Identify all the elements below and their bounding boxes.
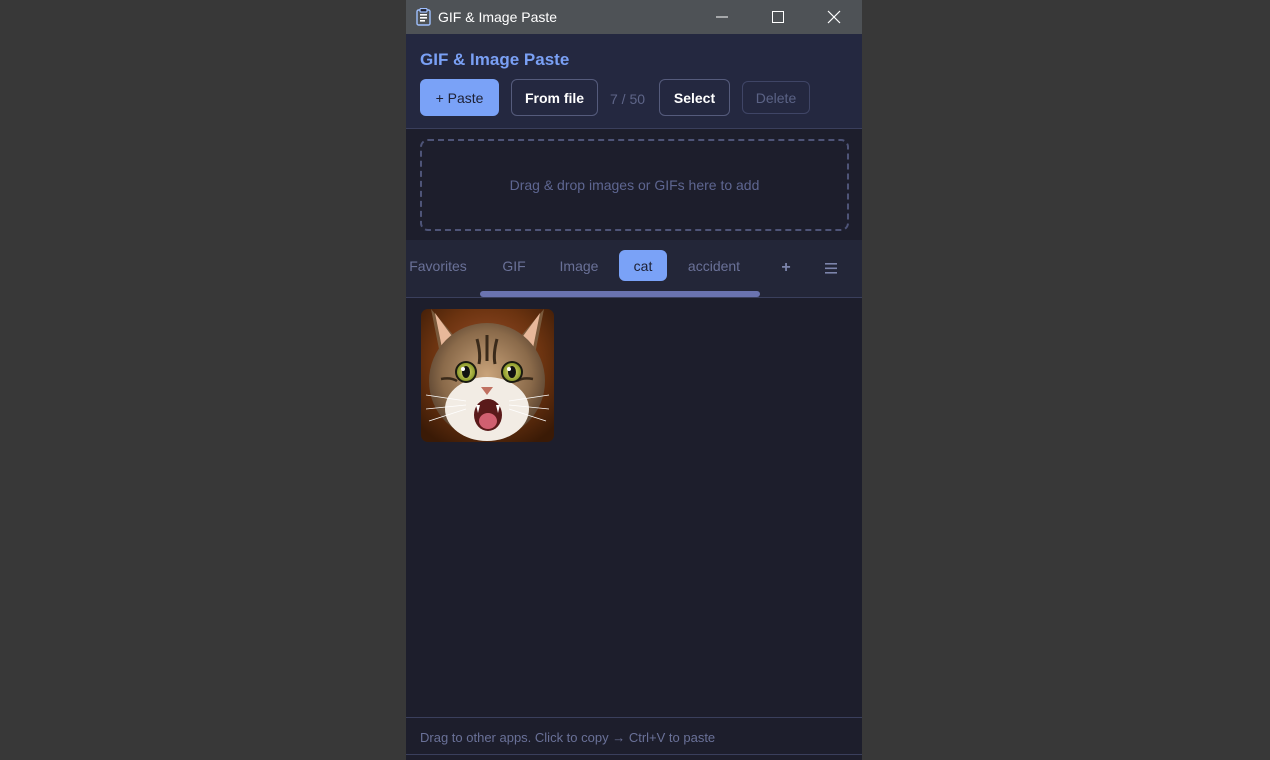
drop-zone-text: Drag & drop images or GIFs here to add (509, 177, 760, 193)
add-tab-button[interactable]: + (776, 256, 796, 280)
title-bar[interactable]: GIF & Image Paste (406, 0, 862, 34)
app-window: GIF & Image Paste GIF & Image Paste + Pa… (406, 0, 862, 760)
hamburger-menu-icon (825, 262, 837, 274)
app-heading: GIF & Image Paste (420, 50, 570, 69)
item-counter: 7 / 50 (610, 91, 646, 107)
drop-zone[interactable]: Drag & drop images or GIFs here to add (420, 139, 849, 231)
clipboard-app-icon (416, 8, 431, 26)
window-title: GIF & Image Paste (438, 9, 558, 25)
image-grid (406, 299, 862, 717)
minimize-icon (716, 16, 728, 18)
maximize-icon (772, 11, 784, 23)
image-thumbnail[interactable] (421, 309, 554, 442)
usage-hint: Drag to other apps. Click to copy → Ctrl… (420, 730, 716, 745)
category-tabs: Favorites GIF Image cat accident + (406, 240, 862, 298)
tab-favorites[interactable]: Favorites (406, 250, 470, 281)
maximize-button[interactable] (750, 0, 806, 34)
tab-gif[interactable]: GIF (494, 250, 534, 281)
minimize-button[interactable] (694, 0, 750, 34)
cat-image (421, 309, 554, 442)
from-file-button[interactable]: From file (511, 79, 598, 116)
status-bar: Drag to other apps. Click to copy → Ctrl… (406, 717, 862, 755)
tab-accident[interactable]: accident (682, 250, 746, 281)
tab-menu-button[interactable] (820, 256, 842, 280)
dropzone-area: Drag & drop images or GIFs here to add (406, 130, 862, 240)
close-button[interactable] (806, 0, 862, 34)
select-button[interactable]: Select (659, 79, 730, 116)
close-icon (827, 10, 841, 24)
delete-button[interactable]: Delete (742, 81, 810, 114)
tabs-scrollbar[interactable] (480, 291, 760, 297)
tab-image[interactable]: Image (555, 250, 603, 281)
app-header: GIF & Image Paste + Paste From file 7 / … (406, 34, 862, 129)
tab-cat[interactable]: cat (619, 250, 667, 281)
paste-button[interactable]: + Paste (420, 79, 499, 116)
